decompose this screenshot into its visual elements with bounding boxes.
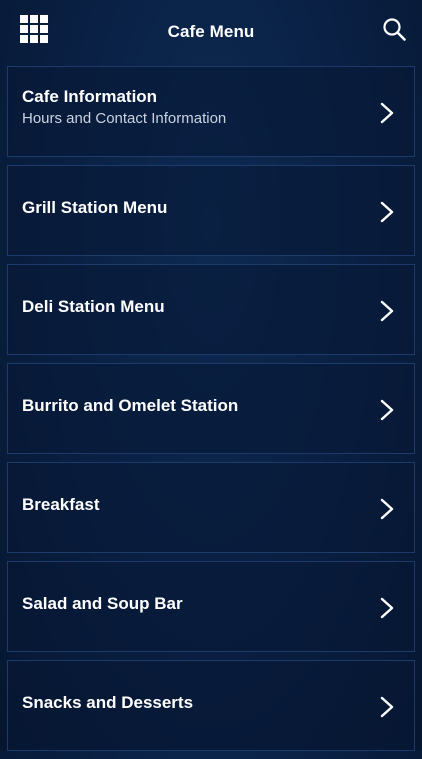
grid-icon — [20, 15, 48, 43]
menu-item-title: Snacks and Desserts — [22, 693, 194, 712]
menu-list: Cafe Information Hours and Contact Infor… — [7, 66, 415, 759]
menu-item-title: Breakfast — [22, 495, 100, 514]
menu-item-cafe-information[interactable]: Cafe Information Hours and Contact Infor… — [7, 66, 415, 157]
menu-item-burrito-omelet[interactable]: Burrito and Omelet Station — [7, 363, 415, 454]
chevron-right-icon — [380, 399, 394, 421]
menu-item-title: Burrito and Omelet Station — [22, 396, 239, 415]
menu-item-salad-soup[interactable]: Salad and Soup Bar — [7, 561, 415, 652]
search-icon — [383, 18, 406, 41]
menu-item-snacks-desserts[interactable]: Snacks and Desserts — [7, 660, 415, 751]
grid-menu-button[interactable] — [20, 15, 48, 43]
chevron-right-icon — [380, 498, 394, 520]
menu-item-title: Salad and Soup Bar — [22, 594, 183, 613]
chevron-right-icon — [380, 102, 394, 124]
menu-item-title: Deli Station Menu — [22, 297, 165, 316]
header-bar: Cafe Menu — [0, 0, 422, 62]
menu-item-grill-station[interactable]: Grill Station Menu — [7, 165, 415, 256]
chevron-right-icon — [380, 696, 394, 718]
menu-item-title: Cafe Information — [22, 87, 158, 106]
search-button[interactable] — [382, 17, 408, 43]
chevron-right-icon — [380, 201, 394, 223]
menu-item-breakfast[interactable]: Breakfast — [7, 462, 415, 553]
menu-item-subtitle: Hours and Contact Information — [22, 110, 227, 127]
page-title: Cafe Menu — [167, 22, 255, 41]
chevron-right-icon — [380, 597, 394, 619]
chevron-right-icon — [380, 300, 394, 322]
menu-item-title: Grill Station Menu — [22, 198, 168, 217]
menu-item-deli-station[interactable]: Deli Station Menu — [7, 264, 415, 355]
